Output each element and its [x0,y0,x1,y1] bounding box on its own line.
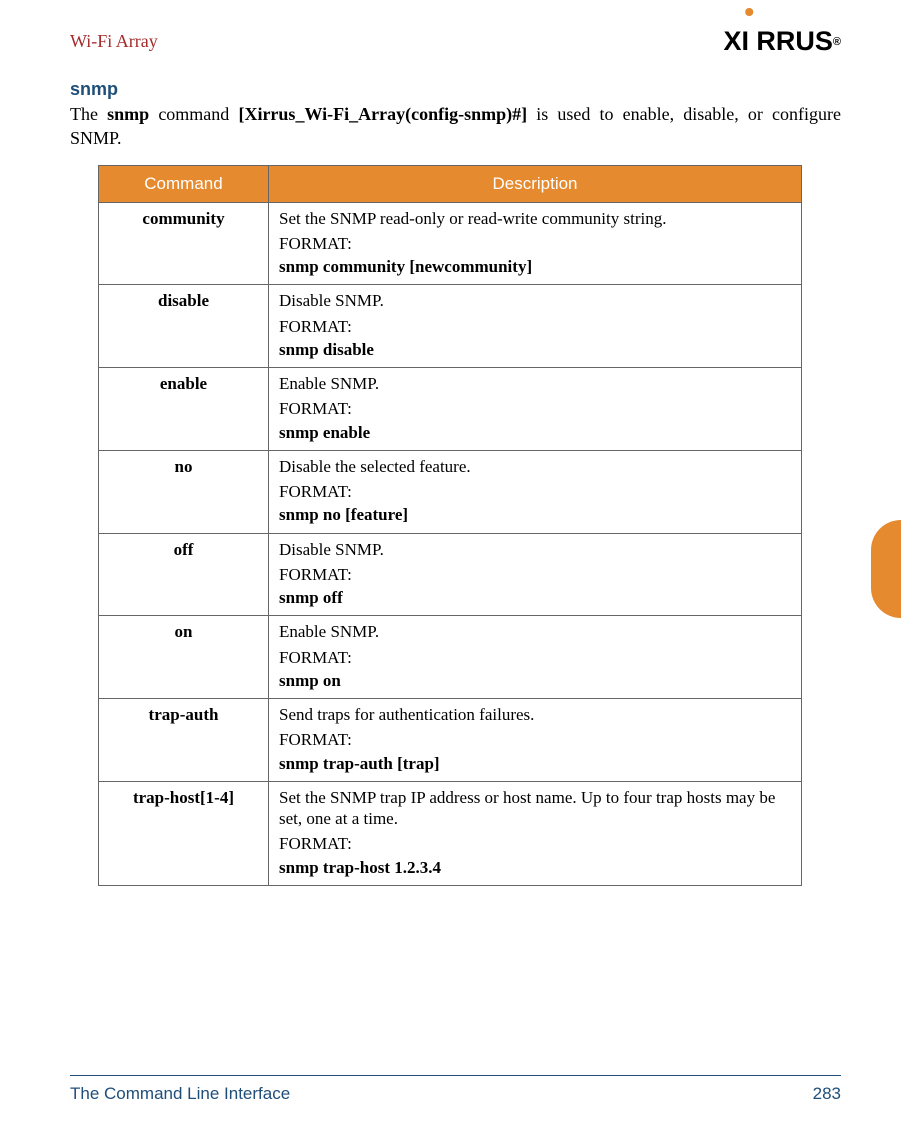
cmd-desc: Disable SNMP. FORMAT: snmp disable [269,285,802,368]
cmd-desc-text: Disable SNMP. [279,291,384,310]
command-table: Command Description community Set the SN… [98,165,802,886]
cmd-name: trap-host[1-4] [99,781,269,885]
brand-logo: X RRUS® [724,26,841,57]
cmd-desc: Enable SNMP. FORMAT: snmp on [269,616,802,699]
table-row: community Set the SNMP read-only or read… [99,202,802,285]
table-row: on Enable SNMP. FORMAT: snmp on [99,616,802,699]
footer-left: The Command Line Interface [70,1084,290,1104]
table-row: off Disable SNMP. FORMAT: snmp off [99,533,802,616]
cmd-name: trap-auth [99,699,269,782]
page-header-title: Wi-Fi Array [70,31,158,52]
cmd-desc-text: Set the SNMP trap IP address or host nam… [279,788,775,828]
table-row: no Disable the selected feature. FORMAT:… [99,450,802,533]
cmd-format-label: FORMAT: [279,729,791,750]
cmd-format-label: FORMAT: [279,647,791,668]
cmd-format-label: FORMAT: [279,316,791,337]
cmd-format-label: FORMAT: [279,833,791,854]
cmd-format-value: snmp off [279,587,791,608]
cmd-format-value: snmp trap-auth [trap] [279,753,791,774]
cmd-desc: Disable SNMP. FORMAT: snmp off [269,533,802,616]
cmd-format-label: FORMAT: [279,398,791,419]
cmd-format-value: snmp community [newcommunity] [279,256,791,277]
cmd-desc: Enable SNMP. FORMAT: snmp enable [269,368,802,451]
cmd-format-value: snmp trap-host 1.2.3.4 [279,857,791,878]
logo-text-1: X [724,26,742,57]
cmd-name: no [99,450,269,533]
section-heading: snmp [70,79,841,100]
cmd-format-label: FORMAT: [279,564,791,585]
col-header-description: Description [269,165,802,202]
cmd-desc-text: Disable the selected feature. [279,457,471,476]
cmd-name: community [99,202,269,285]
intro-bold-2: [Xirrus_Wi-Fi_Array(config-snmp)#] [238,104,527,124]
table-row: disable Disable SNMP. FORMAT: snmp disab… [99,285,802,368]
cmd-desc: Disable the selected feature. FORMAT: sn… [269,450,802,533]
cmd-format-value: snmp no [feature] [279,504,791,525]
cmd-format-value: snmp on [279,670,791,691]
cmd-name: enable [99,368,269,451]
intro-bold-1: snmp [107,104,149,124]
intro-mid: command [149,104,238,124]
cmd-desc: Set the SNMP trap IP address or host nam… [269,781,802,885]
table-row: trap-host[1-4] Set the SNMP trap IP addr… [99,781,802,885]
cmd-desc: Send traps for authentication failures. … [269,699,802,782]
cmd-name: off [99,533,269,616]
logo-registered: ® [833,36,841,48]
section-intro: The snmp command [Xirrus_Wi-Fi_Array(con… [70,102,841,151]
cmd-desc-text: Enable SNMP. [279,374,379,393]
table-row: enable Enable SNMP. FORMAT: snmp enable [99,368,802,451]
side-tab-marker [871,520,901,618]
cmd-name: on [99,616,269,699]
table-row: trap-auth Send traps for authentication … [99,699,802,782]
cmd-desc-text: Disable SNMP. [279,540,384,559]
logo-dot-i [742,26,757,57]
intro-pre: The [70,104,107,124]
footer-page-number: 283 [813,1084,841,1104]
cmd-format-value: snmp enable [279,422,791,443]
cmd-name: disable [99,285,269,368]
cmd-desc: Set the SNMP read-only or read-write com… [269,202,802,285]
cmd-format-value: snmp disable [279,339,791,360]
cmd-format-label: FORMAT: [279,233,791,254]
cmd-desc-text: Set the SNMP read-only or read-write com… [279,209,666,228]
logo-text-2: RRUS [756,26,833,57]
col-header-command: Command [99,165,269,202]
cmd-desc-text: Send traps for authentication failures. [279,705,534,724]
table-header-row: Command Description [99,165,802,202]
cmd-format-label: FORMAT: [279,481,791,502]
cmd-desc-text: Enable SNMP. [279,622,379,641]
